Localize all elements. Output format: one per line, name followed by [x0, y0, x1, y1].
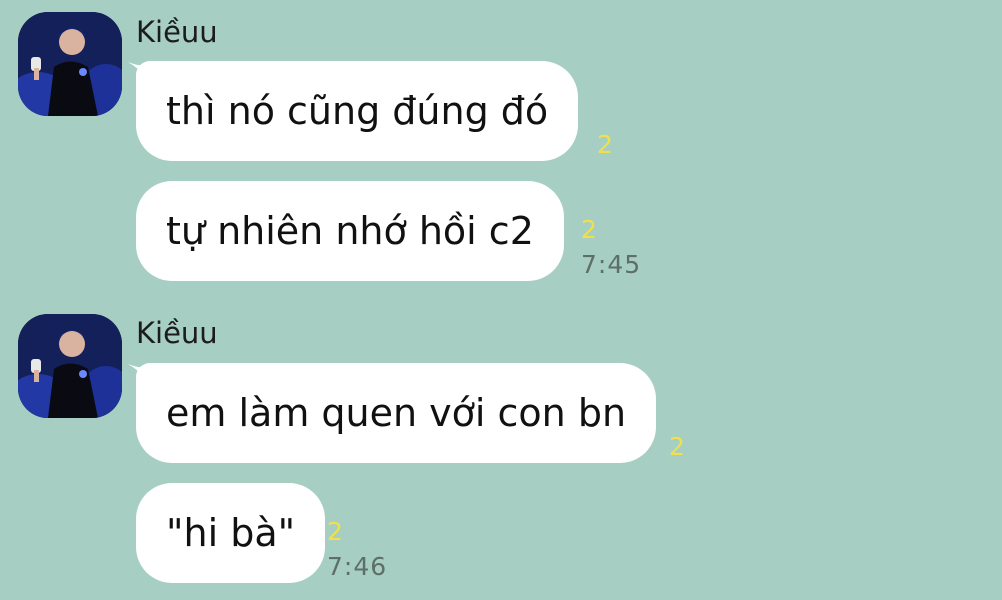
- message-bubble[interactable]: em làm quen với con bn: [136, 363, 657, 463]
- unread-count: 2: [597, 130, 613, 159]
- message-text: thì nó cũng đúng đó: [166, 89, 549, 133]
- message-bubble[interactable]: tự nhiên nhớ hồi c2: [136, 181, 564, 281]
- sender-name: Kiềuu: [136, 316, 218, 350]
- message-time: 7:46: [327, 552, 388, 581]
- message-time: 7:45: [581, 250, 642, 279]
- avatar[interactable]: [18, 12, 122, 116]
- unread-count: 2: [669, 432, 685, 461]
- sender-name: Kiềuu: [136, 15, 218, 49]
- message-bubble[interactable]: "hi bà": [136, 483, 326, 583]
- message-bubble[interactable]: thì nó cũng đúng đó: [136, 61, 579, 161]
- avatar[interactable]: [18, 314, 122, 418]
- message-text: "hi bà": [166, 511, 296, 555]
- unread-count: 2: [327, 517, 343, 546]
- avatar-photo: [18, 12, 122, 116]
- message-text: tự nhiên nhớ hồi c2: [166, 209, 534, 253]
- avatar-photo: [18, 314, 122, 418]
- unread-count: 2: [581, 215, 597, 244]
- message-text: em làm quen với con bn: [166, 391, 627, 435]
